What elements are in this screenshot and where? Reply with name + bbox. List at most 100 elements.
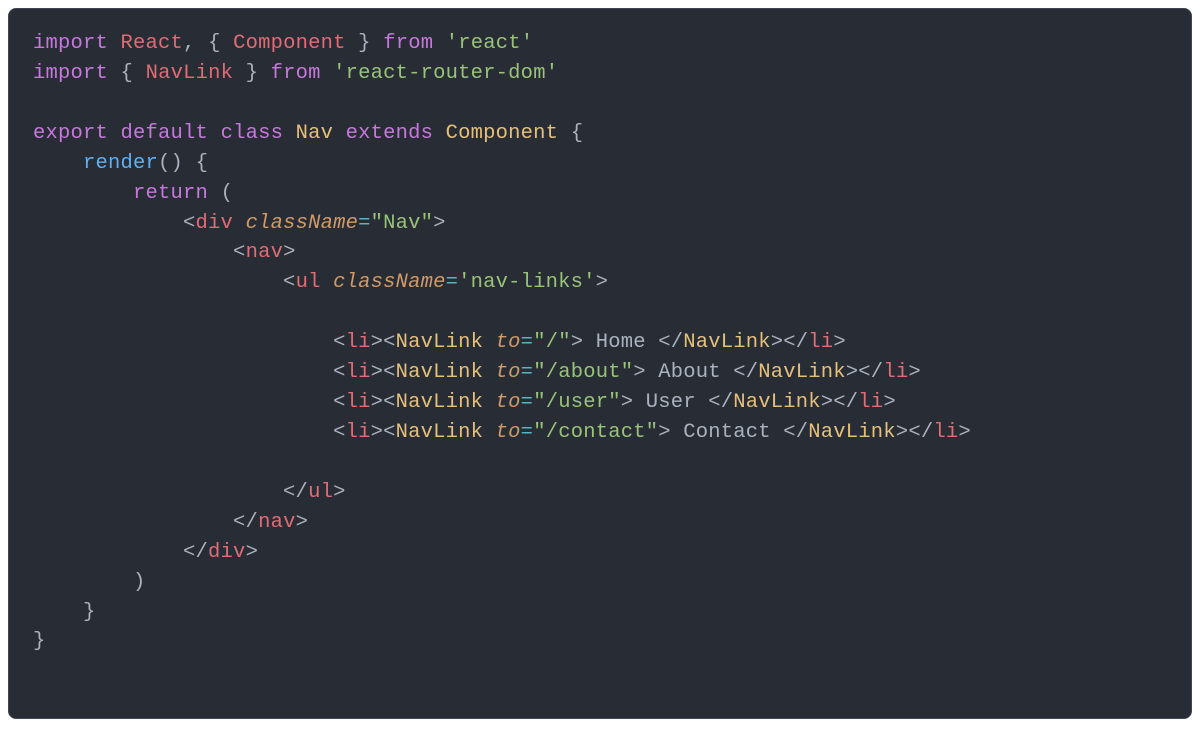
to-user: "/user" <box>533 391 621 414</box>
eq: = <box>521 421 534 444</box>
text-home: Home <box>583 331 658 354</box>
lt-close: </ <box>783 331 808 354</box>
tag-li: li <box>883 361 908 384</box>
attr-classname: className <box>333 271 446 294</box>
gt: > <box>371 331 384 354</box>
kw-extends: extends <box>346 122 434 145</box>
tag-nav: nav <box>246 241 284 264</box>
eq: = <box>358 212 371 235</box>
lt: < <box>333 331 346 354</box>
gt: > <box>433 212 446 235</box>
tag-navlink: NavLink <box>683 331 771 354</box>
tag-navlink: NavLink <box>396 391 484 414</box>
blank-line <box>33 451 46 474</box>
gt: > <box>296 511 309 534</box>
eq: = <box>521 361 534 384</box>
tag-navlink: NavLink <box>758 361 846 384</box>
text-user: User <box>633 391 708 414</box>
gt: > <box>771 331 784 354</box>
lt-close: </ <box>908 421 933 444</box>
gt: > <box>908 361 921 384</box>
gt: > <box>283 241 296 264</box>
to-about: "/about" <box>533 361 633 384</box>
lt-close: </ <box>833 391 858 414</box>
gt: > <box>833 331 846 354</box>
str-router: 'react-router-dom' <box>333 62 558 85</box>
gt: > <box>958 421 971 444</box>
class-name: Nav <box>296 122 334 145</box>
blank-line <box>33 301 46 324</box>
text-contact: Contact <box>671 421 784 444</box>
rbrace: } <box>358 32 371 55</box>
text-about: About <box>646 361 734 384</box>
lparen: ( <box>221 182 234 205</box>
lt-close: </ <box>658 331 683 354</box>
tag-navlink: NavLink <box>396 361 484 384</box>
tag-nav: nav <box>258 511 296 534</box>
lt: < <box>333 361 346 384</box>
attr-to: to <box>496 391 521 414</box>
lt-close: </ <box>183 541 208 564</box>
gt: > <box>633 361 646 384</box>
attr-to: to <box>496 421 521 444</box>
attr-classname: className <box>246 212 359 235</box>
tag-ul: ul <box>308 481 333 504</box>
comma: , <box>183 32 196 55</box>
tag-li: li <box>808 331 833 354</box>
str-navlinks: 'nav-links' <box>458 271 596 294</box>
code-window: import React, { Component } from 'react'… <box>8 8 1192 719</box>
lt-close: </ <box>733 361 758 384</box>
tag-navlink: NavLink <box>733 391 821 414</box>
lt: < <box>283 271 296 294</box>
str-react: 'react' <box>446 32 534 55</box>
tag-ul: ul <box>296 271 321 294</box>
ident-component: Component <box>233 32 346 55</box>
attr-to: to <box>496 361 521 384</box>
ident-navlink: NavLink <box>146 62 234 85</box>
lt: < <box>183 212 196 235</box>
gt: > <box>658 421 671 444</box>
gt: > <box>246 541 259 564</box>
lt: < <box>233 241 246 264</box>
tag-li: li <box>346 391 371 414</box>
ident-react: React <box>121 32 184 55</box>
eq: = <box>446 271 459 294</box>
eq: = <box>521 391 534 414</box>
lt: < <box>333 391 346 414</box>
gt: > <box>596 271 609 294</box>
code-content: import React, { Component } from 'react'… <box>33 32 971 653</box>
gt: > <box>621 391 634 414</box>
str-nav: "Nav" <box>371 212 434 235</box>
gt: > <box>821 391 834 414</box>
gt: > <box>571 331 584 354</box>
eq: = <box>521 331 534 354</box>
tag-div: div <box>208 541 246 564</box>
lt-close: </ <box>708 391 733 414</box>
base-class: Component <box>446 122 559 145</box>
lbrace: { <box>208 32 221 55</box>
parens: () <box>158 152 183 175</box>
tag-li: li <box>858 391 883 414</box>
lt: < <box>383 391 396 414</box>
lt: < <box>333 421 346 444</box>
rbrace: } <box>246 62 259 85</box>
tag-li: li <box>346 331 371 354</box>
kw-return: return <box>133 182 208 205</box>
kw-export: export <box>33 122 108 145</box>
kw-import: import <box>33 62 108 85</box>
to-contact: "/contact" <box>533 421 658 444</box>
kw-import: import <box>33 32 108 55</box>
tag-li: li <box>346 361 371 384</box>
lt-close: </ <box>233 511 258 534</box>
method-render: render <box>83 152 158 175</box>
lt-close: </ <box>283 481 308 504</box>
kw-from: from <box>271 62 321 85</box>
tag-navlink: NavLink <box>808 421 896 444</box>
tag-li: li <box>346 421 371 444</box>
lbrace: { <box>571 122 584 145</box>
attr-to: to <box>496 331 521 354</box>
rparen: ) <box>133 571 146 594</box>
lbrace: { <box>121 62 134 85</box>
kw-from: from <box>383 32 433 55</box>
kw-class: class <box>221 122 284 145</box>
